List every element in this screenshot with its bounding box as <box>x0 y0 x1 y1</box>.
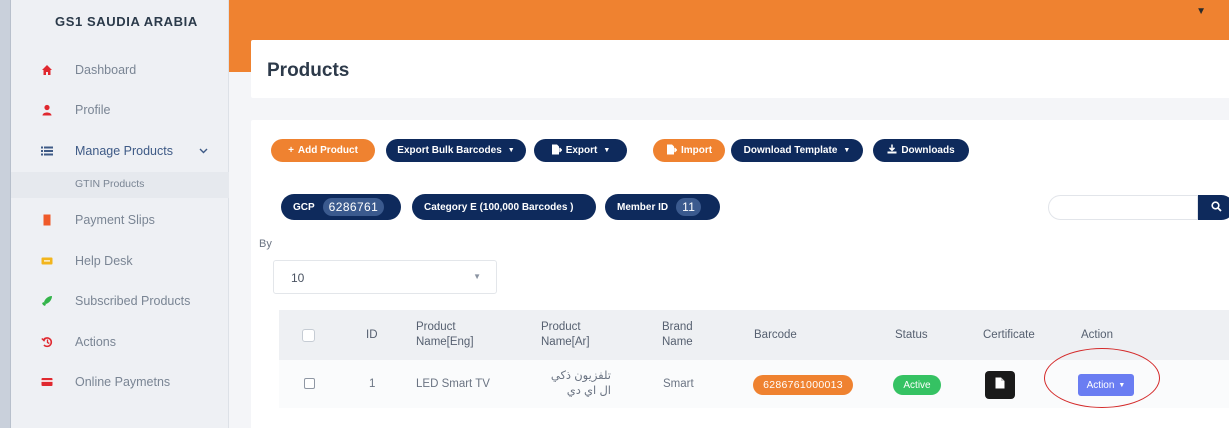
app-window: GS1 SAUDIA ARABIA Dashboard Profile Mana… <box>10 0 1229 428</box>
select-all-checkbox[interactable] <box>302 329 315 342</box>
sidebar-item-label: Manage Products <box>75 144 173 158</box>
column-header-certificate: Certificate <box>983 329 1035 341</box>
sidebar-item-label: Subscribed Products <box>75 294 191 308</box>
sidebar-item-help-desk[interactable]: Help Desk <box>11 249 229 273</box>
caret-down-icon: ▼ <box>843 147 851 154</box>
add-product-button[interactable]: + Add Product <box>271 139 375 162</box>
column-header-product-name-eng: Product Name[Eng] <box>416 321 474 348</box>
credit-card-icon <box>41 376 53 388</box>
sidebar-item-label: Online Paymetns <box>75 375 171 389</box>
page-size-select[interactable]: 10 ▼ <box>273 260 497 294</box>
column-header-status: Status <box>895 329 928 341</box>
rocket-icon <box>41 295 53 307</box>
caret-down-icon: ▼ <box>507 147 515 154</box>
file-export-icon <box>551 144 563 158</box>
sidebar-item-manage-products[interactable]: Manage Products <box>11 139 229 163</box>
home-icon <box>41 64 53 76</box>
column-header-id: ID <box>366 329 378 341</box>
sidebar-item-label: Payment Slips <box>75 213 155 227</box>
plus-icon: + <box>288 145 294 156</box>
user-icon <box>41 104 53 116</box>
list-icon <box>41 145 53 157</box>
status-badge: Active <box>893 375 941 395</box>
column-header-brand-name: Brand Name <box>662 321 693 348</box>
download-icon <box>887 144 897 157</box>
import-button[interactable]: Import <box>653 139 725 162</box>
column-header-action: Action <box>1081 329 1113 341</box>
cell-id: 1 <box>369 378 376 390</box>
chevron-down-icon <box>199 145 208 157</box>
highlight-circle <box>1044 348 1160 408</box>
certificate-button[interactable] <box>985 371 1015 399</box>
gcp-badge: GCP 6286761 <box>281 194 401 220</box>
download-template-button[interactable]: Download Template ▼ <box>731 139 863 162</box>
sidebar-subitem-gtin-products[interactable]: GTIN Products <box>11 172 229 198</box>
member-id-badge: Member ID 11 <box>605 194 720 220</box>
page-header: Products <box>251 40 1229 98</box>
downloads-button[interactable]: Downloads <box>873 139 969 162</box>
gcp-value: 6286761 <box>322 198 385 216</box>
receipt-icon <box>41 214 53 226</box>
barcode-badge: 6286761000013 <box>753 375 853 395</box>
sidebar-item-payment-slips[interactable]: Payment Slips <box>11 208 229 232</box>
cell-product-name-eng: LED Smart TV <box>416 378 490 390</box>
user-menu-caret-icon[interactable]: ▼ <box>1196 6 1206 17</box>
cell-brand-name: Smart <box>663 378 694 390</box>
sidebar: GS1 SAUDIA ARABIA Dashboard Profile Mana… <box>11 0 229 428</box>
caret-down-icon: ▼ <box>473 272 481 281</box>
file-import-icon <box>666 144 678 158</box>
sidebar-item-label: Dashboard <box>75 63 137 77</box>
sidebar-item-online-payments[interactable]: Online Paymetns <box>11 370 229 394</box>
row-checkbox[interactable] <box>304 378 315 389</box>
export-button[interactable]: Export ▼ <box>534 139 627 162</box>
member-id-value: 11 <box>676 198 702 216</box>
file-icon <box>995 376 1005 394</box>
category-badge: Category E (100,000 Barcodes ) <box>412 194 596 220</box>
search-input[interactable] <box>1048 195 1198 220</box>
sidebar-item-subscribed-products[interactable]: Subscribed Products <box>11 289 229 313</box>
sidebar-subitem-label: GTIN Products <box>75 178 145 190</box>
sidebar-item-actions[interactable]: Actions <box>11 330 229 354</box>
sidebar-item-label: Actions <box>75 335 116 349</box>
brand-name: GS1 SAUDIA ARABIA <box>55 14 198 29</box>
page-size-value: 10 <box>291 271 305 285</box>
sidebar-item-label: Help Desk <box>75 254 133 268</box>
caret-down-icon: ▼ <box>603 147 611 154</box>
search-icon <box>1210 199 1222 217</box>
column-header-product-name-ar: Product Name[Ar] <box>541 321 590 348</box>
sidebar-item-dashboard[interactable]: Dashboard <box>11 58 229 82</box>
history-icon <box>41 336 53 348</box>
search-button[interactable] <box>1198 195 1229 220</box>
sidebar-item-profile[interactable]: Profile <box>11 98 229 122</box>
export-bulk-barcodes-button[interactable]: Export Bulk Barcodes ▼ <box>386 139 526 162</box>
cell-product-name-ar: تلفزيون ذكي ال اي دي <box>550 370 611 397</box>
page-size-label: By <box>259 238 272 250</box>
sidebar-item-label: Profile <box>75 103 111 117</box>
ticket-icon <box>41 255 53 267</box>
column-header-barcode: Barcode <box>754 329 797 341</box>
page-title: Products <box>267 60 350 81</box>
